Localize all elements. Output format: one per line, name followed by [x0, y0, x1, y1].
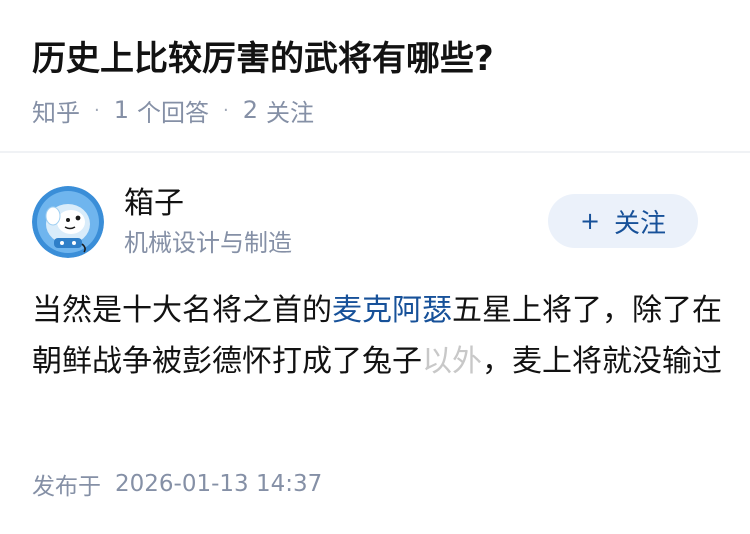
question-title[interactable]: 历史上比较厉害的武将有哪些? [32, 36, 494, 82]
answer-text-faded: 以外 [422, 344, 482, 379]
author-name[interactable]: 箱子 [124, 184, 184, 224]
question-meta: 知乎 · 1 个回答 · 2 关注 [32, 92, 314, 128]
follow-button[interactable]: + 关注 [548, 194, 698, 248]
follow-button-label: 关注 [614, 208, 667, 239]
answer-count: 1 [113, 96, 130, 124]
answer-content: 当然是十大名将之首的麦克阿瑟五星上将了，除了在朝鲜战争被彭德怀打成了兔子以外，麦… [32, 285, 722, 387]
answer-count-label[interactable]: 个回答 [137, 93, 209, 128]
follow-count: 2 [242, 96, 259, 124]
follow-count-label[interactable]: 关注 [266, 93, 314, 128]
meta-separator: · [94, 99, 100, 121]
meta-separator: · [223, 99, 229, 121]
cartoon-avatar-icon [32, 186, 104, 258]
section-divider [0, 151, 750, 153]
mention-link[interactable]: 麦克阿瑟 [332, 293, 452, 328]
answer-text: 当然是十大名将之首的 [32, 293, 332, 328]
publish-time: 2026-01-13 14:37 [115, 471, 323, 497]
answer-text: ，麦上将就没输过 [482, 344, 722, 379]
author-headline: 机械设计与制造 [124, 229, 292, 257]
publish-label: 发布于 [32, 474, 101, 500]
avatar[interactable] [32, 186, 104, 258]
publish-info: 发布于 2026-01-13 14:37 [32, 466, 322, 502]
plus-icon: + [579, 207, 601, 235]
source-label[interactable]: 知乎 [32, 93, 80, 128]
